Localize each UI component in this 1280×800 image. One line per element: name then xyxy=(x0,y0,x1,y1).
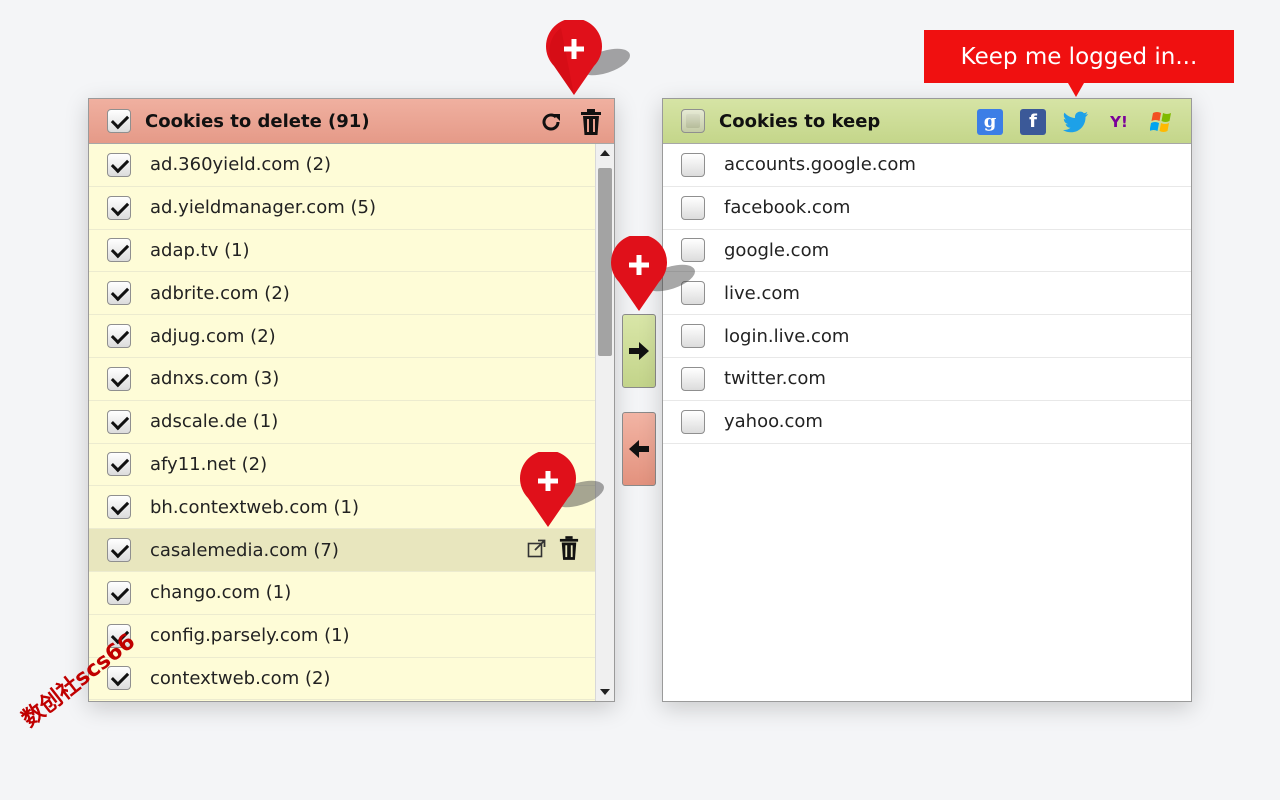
map-pin-add-icon xyxy=(546,20,630,95)
item-checkbox[interactable] xyxy=(681,409,705,434)
twitter-icon[interactable] xyxy=(1063,109,1089,135)
delete-panel-title: Cookies to delete (91) xyxy=(145,110,370,132)
item-checkbox[interactable] xyxy=(107,452,131,477)
item-checkbox[interactable] xyxy=(681,152,705,177)
facebook-icon[interactable]: f xyxy=(1020,108,1046,135)
item-label: adscale.de (1) xyxy=(150,411,279,433)
item-checkbox[interactable] xyxy=(107,281,131,306)
delete-list-scrollbar[interactable] xyxy=(595,144,614,701)
list-item[interactable]: yahoo.com xyxy=(663,401,1191,444)
item-checkbox[interactable] xyxy=(681,366,705,391)
item-label: login.live.com xyxy=(724,325,850,347)
item-label: bh.contextweb.com (1) xyxy=(150,496,360,518)
windows-icon[interactable] xyxy=(1149,109,1175,135)
select-all-delete-checkbox[interactable] xyxy=(107,109,131,133)
arrow-right-icon xyxy=(629,342,649,360)
list-item[interactable]: live.com xyxy=(663,272,1191,316)
list-item[interactable]: contextweb.com (2) xyxy=(89,658,595,701)
item-checkbox[interactable] xyxy=(107,324,131,349)
item-label: ad.360yield.com (2) xyxy=(150,154,332,176)
cookies-to-keep-panel: Cookies to keep g f Y! accounts.google.c… xyxy=(662,98,1192,702)
item-label: adnxs.com (3) xyxy=(150,368,280,390)
keep-panel-header: Cookies to keep g f Y! xyxy=(663,99,1191,144)
item-checkbox[interactable] xyxy=(107,580,131,605)
map-pin-add-icon xyxy=(611,236,695,311)
delete-cookie-list: ad.360yield.com (2) ad.yieldmanager.com … xyxy=(89,144,595,701)
list-item[interactable]: config.parsely.com (1) xyxy=(89,615,595,658)
google-icon[interactable]: g xyxy=(977,108,1003,135)
move-to-keep-button[interactable] xyxy=(622,314,656,388)
list-item[interactable]: adbrite.com (2) xyxy=(89,272,595,316)
item-label: adbrite.com (2) xyxy=(150,282,290,304)
arrow-left-icon xyxy=(629,440,649,458)
list-item[interactable]: adnxs.com (3) xyxy=(89,358,595,401)
list-item[interactable]: twitter.com xyxy=(663,358,1191,401)
item-label: adap.tv (1) xyxy=(150,239,250,261)
delete-item-trash-icon[interactable] xyxy=(559,536,579,564)
list-item[interactable]: accounts.google.com xyxy=(663,144,1191,187)
item-checkbox[interactable] xyxy=(681,195,705,220)
scroll-down-icon[interactable] xyxy=(596,683,614,701)
item-label: live.com xyxy=(724,282,800,304)
yahoo-icon[interactable]: Y! xyxy=(1106,109,1132,135)
list-item[interactable]: adap.tv (1) xyxy=(89,230,595,273)
list-item[interactable]: login.live.com xyxy=(663,315,1191,358)
keep-panel-title: Cookies to keep xyxy=(719,110,881,132)
item-checkbox[interactable] xyxy=(107,238,131,263)
open-external-icon[interactable] xyxy=(527,538,547,562)
list-item[interactable]: google.com xyxy=(663,230,1191,273)
cookies-to-delete-panel: Cookies to delete (91) ad.360yield.com (… xyxy=(88,98,615,702)
map-pin-add-icon xyxy=(520,452,604,527)
item-label: twitter.com xyxy=(724,368,826,390)
item-label: afy11.net (2) xyxy=(150,453,268,475)
list-item[interactable]: adjug.com (2) xyxy=(89,315,595,358)
list-item[interactable]: chango.com (1) xyxy=(89,572,595,615)
select-all-keep-checkbox[interactable] xyxy=(681,109,705,133)
move-to-delete-button[interactable] xyxy=(622,412,656,486)
item-checkbox[interactable] xyxy=(107,152,131,177)
item-checkbox[interactable] xyxy=(107,409,131,434)
keep-logged-in-callout: Keep me logged in... xyxy=(924,30,1234,97)
refresh-icon[interactable] xyxy=(538,109,564,135)
item-checkbox[interactable] xyxy=(107,195,131,220)
item-label: adjug.com (2) xyxy=(150,325,276,347)
keep-cookie-list: accounts.google.com facebook.com google.… xyxy=(663,144,1191,701)
item-label: ad.yieldmanager.com (5) xyxy=(150,197,376,219)
item-label: google.com xyxy=(724,239,830,261)
scroll-up-icon[interactable] xyxy=(596,144,614,162)
item-checkbox[interactable] xyxy=(681,324,705,349)
item-checkbox[interactable] xyxy=(107,366,131,391)
item-label: facebook.com xyxy=(724,197,851,219)
list-item[interactable]: adscale.de (1) xyxy=(89,401,595,444)
list-item[interactable]: ad.360yield.com (2) xyxy=(89,144,595,187)
list-item[interactable]: facebook.com xyxy=(663,187,1191,230)
item-label: config.parsely.com (1) xyxy=(150,625,350,647)
item-checkbox[interactable] xyxy=(107,495,131,520)
item-label: chango.com (1) xyxy=(150,582,292,604)
item-label: contextweb.com (2) xyxy=(150,667,331,689)
item-label: casalemedia.com (7) xyxy=(150,539,339,561)
list-item[interactable]: ad.yieldmanager.com (5) xyxy=(89,187,595,230)
item-checkbox[interactable] xyxy=(107,538,131,563)
list-item-hovered[interactable]: casalemedia.com (7) xyxy=(89,529,595,572)
item-label: yahoo.com xyxy=(724,411,823,433)
delete-panel-header: Cookies to delete (91) xyxy=(89,99,614,144)
item-label: accounts.google.com xyxy=(724,154,916,176)
delete-all-trash-icon[interactable] xyxy=(578,108,604,135)
